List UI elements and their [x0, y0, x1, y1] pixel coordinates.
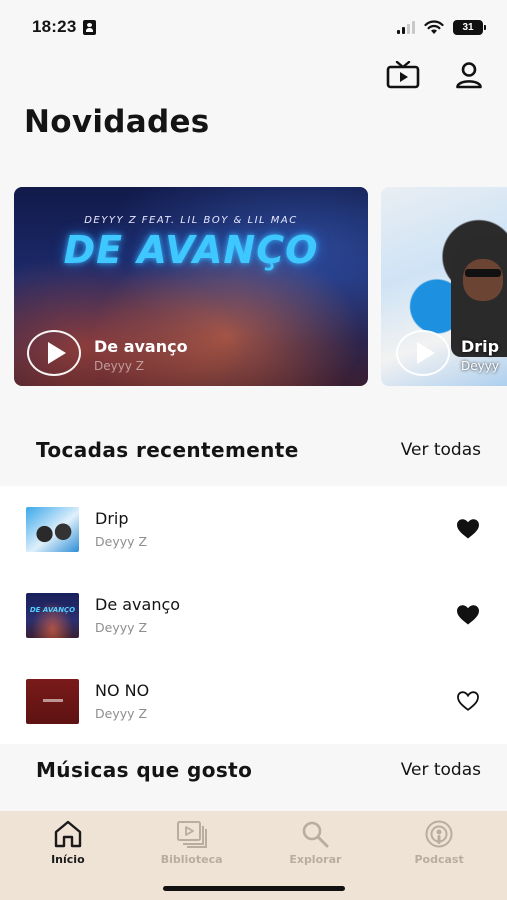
- featured-artist: Deyyy Z: [94, 359, 144, 373]
- battery-icon: 31: [453, 19, 486, 35]
- track-title: Drip: [95, 509, 129, 528]
- play-button[interactable]: [396, 330, 450, 376]
- see-all-link[interactable]: Ver todas: [401, 440, 481, 460]
- nav-label: Explorar: [289, 853, 342, 866]
- heart-filled-icon[interactable]: [455, 516, 481, 542]
- album-art: [26, 592, 79, 638]
- track-row[interactable]: De avanço Deyyy Z: [0, 572, 507, 658]
- cover-art-glasses: [465, 269, 501, 277]
- track-row[interactable]: Drip Deyyy Z: [0, 486, 507, 572]
- header-actions: [385, 60, 487, 90]
- home-icon: [51, 819, 85, 849]
- focus-badge-icon: [83, 19, 97, 35]
- featured-carousel[interactable]: DEYYY Z FEAT. LIL BOY & LIL MAC DE AVANÇ…: [14, 187, 507, 387]
- nav-label: Início: [51, 853, 85, 866]
- featured-artist: Deyyy: [461, 359, 499, 373]
- heart-outline-icon[interactable]: [455, 688, 481, 714]
- status-time: 18:23: [32, 17, 77, 36]
- featured-title: De avanço: [94, 337, 188, 356]
- library-icon: [175, 819, 209, 849]
- track-title: De avanço: [95, 595, 181, 614]
- recent-section-header: Tocadas recentemente Ver todas: [36, 438, 481, 462]
- tv-icon[interactable]: [385, 60, 421, 90]
- track-title: NO NO: [95, 681, 150, 700]
- section-title: Tocadas recentemente: [36, 438, 299, 462]
- track-row[interactable]: NO NO Deyyy Z: [0, 658, 507, 744]
- recent-track-list: Drip Deyyy Z De avanço Deyyy Z NO NO Dey…: [0, 486, 507, 744]
- featured-card[interactable]: Drip Deyyy: [381, 187, 507, 386]
- cellular-signal-icon: [397, 20, 415, 34]
- status-bar: 18:23 31: [0, 0, 507, 54]
- track-artist: Deyyy Z: [95, 620, 148, 635]
- cover-artists-text: DEYYY Z FEAT. LIL BOY & LIL MAC: [84, 215, 298, 226]
- liked-section-header: Músicas que gosto Ver todas: [36, 758, 481, 782]
- home-indicator: [163, 886, 345, 891]
- album-art: [26, 506, 79, 552]
- see-all-link[interactable]: Ver todas: [401, 760, 481, 780]
- section-title: Músicas que gosto: [36, 758, 253, 782]
- page-title: Novidades: [24, 104, 210, 140]
- track-artist: Deyyy Z: [95, 706, 148, 721]
- track-artist: Deyyy Z: [95, 534, 148, 549]
- cover-art-face: [463, 259, 503, 301]
- nav-label: Biblioteca: [160, 853, 223, 866]
- play-icon: [47, 342, 66, 364]
- status-indicators: 31: [397, 19, 486, 35]
- search-icon: [298, 819, 332, 849]
- wifi-icon: [424, 19, 444, 34]
- cover-logo-text: DE AVANÇO: [63, 228, 319, 272]
- play-icon: [416, 342, 435, 364]
- album-art: [26, 678, 79, 724]
- nav-item-home[interactable]: Início: [6, 811, 130, 900]
- featured-title: Drip: [461, 337, 500, 356]
- nav-label: Podcast: [414, 853, 464, 866]
- heart-filled-icon[interactable]: [455, 602, 481, 628]
- play-button[interactable]: [27, 330, 81, 376]
- featured-card[interactable]: DEYYY Z FEAT. LIL BOY & LIL MAC DE AVANÇ…: [14, 187, 368, 386]
- profile-icon[interactable]: [451, 60, 487, 90]
- nav-item-podcast[interactable]: Podcast: [377, 811, 501, 900]
- podcast-icon: [422, 819, 456, 849]
